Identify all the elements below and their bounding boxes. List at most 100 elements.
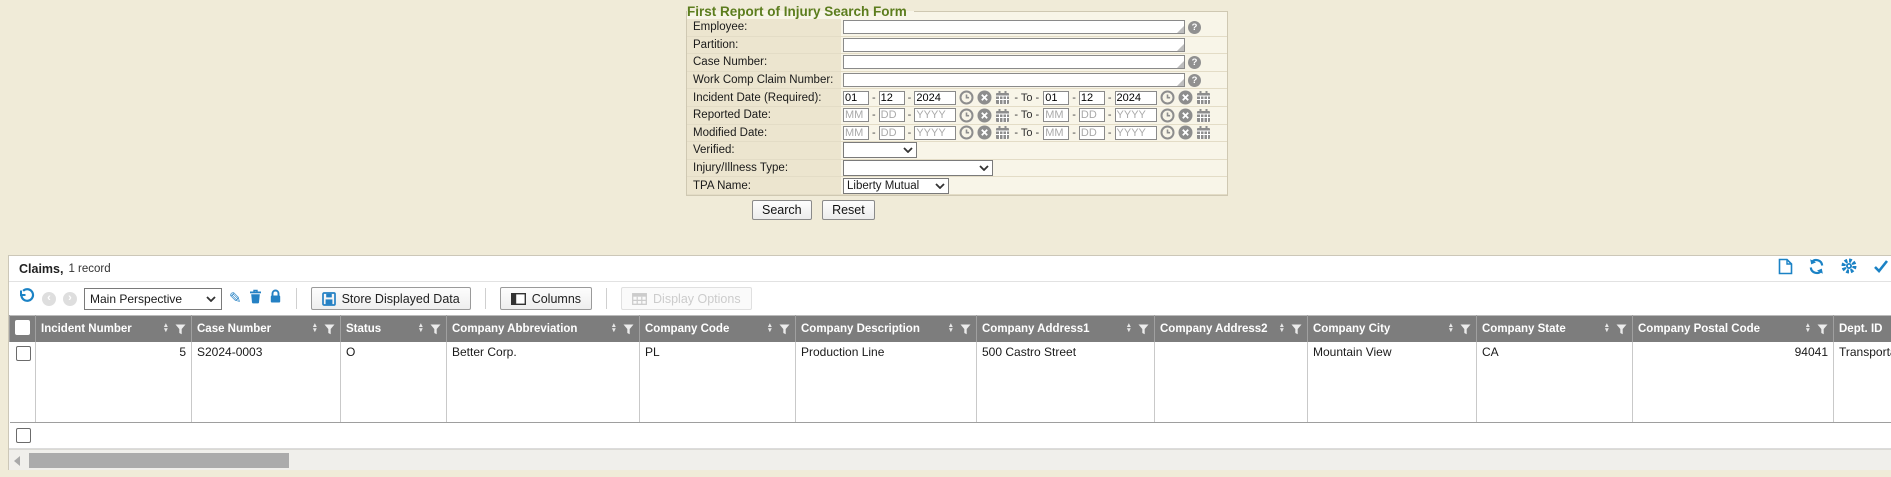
modified-from-year[interactable]: [914, 126, 956, 140]
help-icon[interactable]: ?: [1188, 74, 1201, 87]
refresh-icon[interactable]: [1808, 258, 1825, 280]
sort-icon[interactable]: ▲▼: [611, 324, 617, 333]
sort-icon[interactable]: ▲▼: [1604, 324, 1610, 333]
reset-perspective-icon[interactable]: [18, 288, 35, 310]
tpa-name-select[interactable]: Liberty Mutual: [843, 178, 949, 194]
calendar-icon[interactable]: [1196, 125, 1211, 140]
sort-icon[interactable]: ▲▼: [312, 324, 318, 333]
calendar-icon[interactable]: [995, 125, 1010, 140]
edit-perspective-icon[interactable]: ✎: [229, 291, 242, 306]
clear-date-icon[interactable]: [977, 125, 992, 140]
modified-to-month[interactable]: [1043, 126, 1069, 140]
perspective-select[interactable]: Main Perspective: [84, 288, 222, 310]
horizontal-scrollbar[interactable]: [9, 449, 1891, 470]
filter-icon[interactable]: [1817, 324, 1828, 335]
verified-select[interactable]: [843, 142, 917, 158]
column-header-company-code[interactable]: Company Code▲▼: [640, 316, 796, 343]
select-all-checkbox[interactable]: [15, 320, 30, 335]
reported-from-day[interactable]: [879, 108, 905, 122]
case-number-input[interactable]: [843, 55, 1185, 69]
partition-input[interactable]: [843, 38, 1185, 52]
calendar-icon[interactable]: [1196, 108, 1211, 123]
help-icon[interactable]: ?: [1188, 21, 1201, 34]
filter-icon[interactable]: [779, 324, 790, 335]
scrollbar-thumb[interactable]: [29, 453, 289, 468]
clear-date-icon[interactable]: [977, 108, 992, 123]
calendar-icon[interactable]: [1196, 90, 1211, 105]
incident-from-month[interactable]: [843, 91, 869, 105]
sort-icon[interactable]: ▲▼: [418, 324, 424, 333]
modified-to-day[interactable]: [1079, 126, 1105, 140]
sort-icon[interactable]: ▲▼: [1805, 324, 1811, 333]
filter-icon[interactable]: [175, 324, 186, 335]
column-header-incident-number[interactable]: Incident Number▲▼: [36, 316, 192, 343]
store-displayed-data-button[interactable]: Store Displayed Data: [311, 287, 471, 310]
reported-to-month[interactable]: [1043, 108, 1069, 122]
column-header-company-abbreviation[interactable]: Company Abbreviation▲▼: [447, 316, 640, 343]
reported-to-year[interactable]: [1115, 108, 1157, 122]
sort-icon[interactable]: ▲▼: [1448, 324, 1454, 333]
delete-perspective-icon[interactable]: [249, 289, 262, 309]
sort-icon[interactable]: ▲▼: [1126, 324, 1132, 333]
filter-icon[interactable]: [1460, 324, 1471, 335]
clock-icon[interactable]: [959, 108, 974, 123]
column-header-status[interactable]: Status▲▼: [341, 316, 447, 343]
incident-to-day[interactable]: [1079, 91, 1105, 105]
filter-icon[interactable]: [430, 324, 441, 335]
reset-button[interactable]: Reset: [822, 200, 875, 220]
column-header-case-number[interactable]: Case Number▲▼: [192, 316, 341, 343]
incident-from-year[interactable]: [914, 91, 956, 105]
filter-icon[interactable]: [324, 324, 335, 335]
work-comp-input[interactable]: [843, 73, 1185, 87]
help-icon[interactable]: ?: [1188, 56, 1201, 69]
clock-icon[interactable]: [1160, 125, 1175, 140]
reported-from-month[interactable]: [843, 108, 869, 122]
clock-icon[interactable]: [1160, 90, 1175, 105]
filter-icon[interactable]: [960, 324, 971, 335]
injury-type-select[interactable]: [843, 160, 993, 176]
modified-to-year[interactable]: [1115, 126, 1157, 140]
sort-icon[interactable]: ▲▼: [948, 324, 954, 333]
clock-icon[interactable]: [959, 125, 974, 140]
columns-button[interactable]: Columns: [500, 287, 592, 310]
filter-icon[interactable]: [623, 324, 634, 335]
column-header-company-address2[interactable]: Company Address2▲▼: [1155, 316, 1308, 343]
clear-date-icon[interactable]: [1178, 108, 1193, 123]
column-header-company-city[interactable]: Company City▲▼: [1308, 316, 1477, 343]
row-checkbox[interactable]: [16, 346, 31, 361]
modified-from-day[interactable]: [879, 126, 905, 140]
clear-date-icon[interactable]: [977, 90, 992, 105]
incident-to-month[interactable]: [1043, 91, 1069, 105]
clear-date-icon[interactable]: [1178, 125, 1193, 140]
reported-from-year[interactable]: [914, 108, 956, 122]
scroll-left-icon[interactable]: [14, 456, 20, 466]
table-row[interactable]: 5 S2024-0003 O Better Corp. PL Productio…: [10, 342, 1891, 423]
column-header-company-address1[interactable]: Company Address1▲▼: [977, 316, 1155, 343]
incident-to-year[interactable]: [1115, 91, 1157, 105]
column-header-company-state[interactable]: Company State▲▼: [1477, 316, 1633, 343]
clock-icon[interactable]: [959, 90, 974, 105]
sort-icon[interactable]: ▲▼: [1279, 324, 1285, 333]
new-document-icon[interactable]: [1778, 258, 1793, 280]
clear-date-icon[interactable]: [1178, 90, 1193, 105]
search-button[interactable]: Search: [752, 200, 812, 220]
lock-perspective-icon[interactable]: [269, 289, 282, 309]
filter-icon[interactable]: [1291, 324, 1302, 335]
filter-icon[interactable]: [1616, 324, 1627, 335]
modified-from-month[interactable]: [843, 126, 869, 140]
employee-input[interactable]: [843, 20, 1185, 34]
sort-icon[interactable]: ▲▼: [767, 324, 773, 333]
filter-icon[interactable]: [1138, 324, 1149, 335]
column-header-company-description[interactable]: Company Description▲▼: [796, 316, 977, 343]
check-icon[interactable]: [1873, 258, 1889, 279]
clock-icon[interactable]: [1160, 108, 1175, 123]
footer-checkbox[interactable]: [16, 428, 31, 443]
gear-icon[interactable]: [1840, 257, 1858, 280]
reported-to-day[interactable]: [1079, 108, 1105, 122]
column-header-company-postal-code[interactable]: Company Postal Code▲▼: [1633, 316, 1834, 343]
calendar-icon[interactable]: [995, 90, 1010, 105]
calendar-icon[interactable]: [995, 108, 1010, 123]
incident-from-day[interactable]: [879, 91, 905, 105]
column-header-dept-id[interactable]: Dept. ID▲▼: [1834, 316, 1891, 343]
sort-icon[interactable]: ▲▼: [163, 324, 169, 333]
